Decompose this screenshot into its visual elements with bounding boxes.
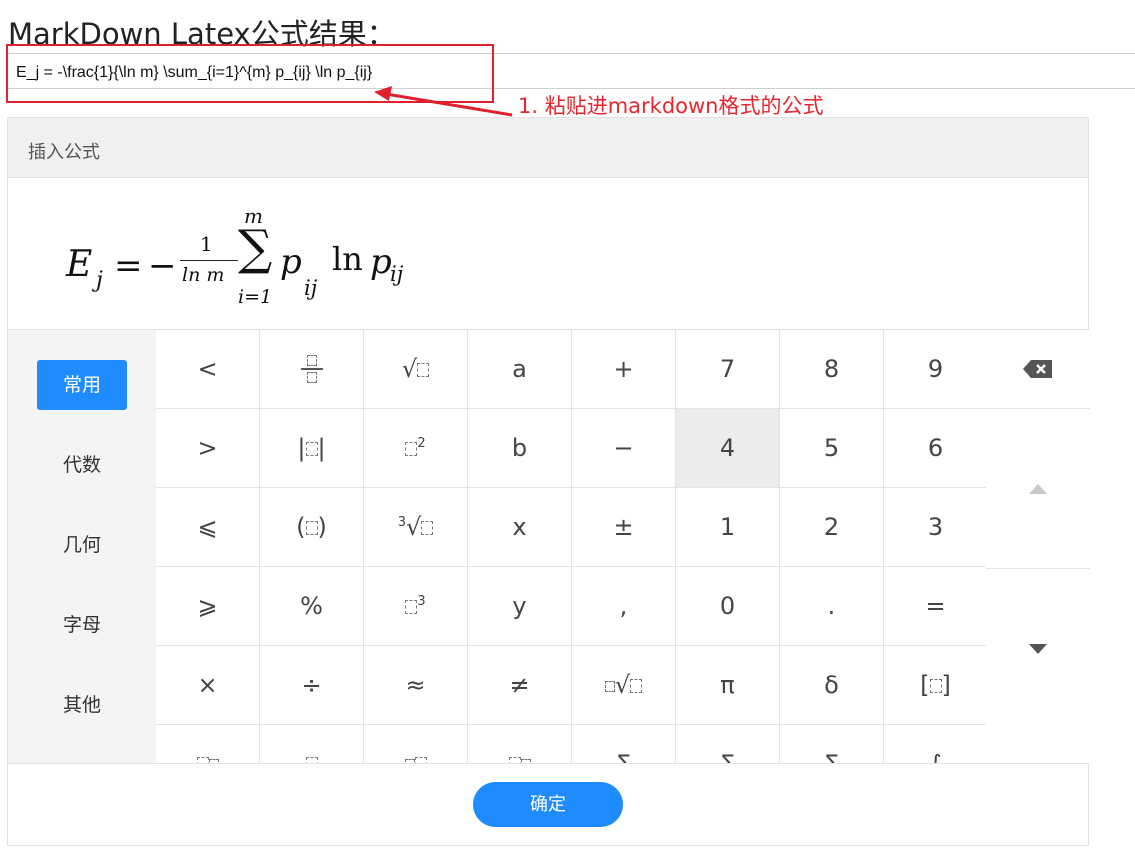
annotation-text: 1. 粘贴进markdown格式的公式 [518,94,824,118]
nth-root-icon: √ [604,671,643,699]
category-sidebar: 常用 代数 几何 字母 其他 [8,329,156,763]
key-integral[interactable]: ∫ [883,725,986,763]
key-approx[interactable]: ≈ [363,646,468,725]
key-2[interactable]: 2 [779,488,884,567]
key-delta[interactable]: δ [779,646,884,725]
key-template-c[interactable] [363,725,468,763]
key-divide[interactable]: ÷ [259,646,364,725]
key-b[interactable]: b [467,409,572,488]
key-cube[interactable]: 3 [363,567,468,646]
key-parentheses[interactable]: () [259,488,364,567]
formula-frac-denominator: ln m [182,264,225,286]
key-square[interactable]: 2 [363,409,468,488]
key-greater-than[interactable]: > [156,409,260,488]
triangle-up-icon [1029,483,1047,494]
key-nth-root[interactable]: √ [571,646,676,725]
key-x[interactable]: x [467,488,572,567]
key-minus[interactable]: − [571,409,676,488]
formula-frac-numerator: 1 [200,232,213,256]
key-template-a[interactable] [156,725,260,763]
key-5[interactable]: 5 [779,409,884,488]
key-sum-a[interactable]: Σ [571,725,676,763]
category-letters[interactable]: 字母 [37,600,127,650]
formula-equals: = [114,246,143,286]
formula-E: E [66,244,93,285]
formula-sub-j: j [96,268,103,293]
key-8[interactable]: 8 [779,330,884,409]
key-percent[interactable]: % [259,567,364,646]
key-0[interactable]: 0 [675,567,780,646]
formula-sub-ij1: ij [304,276,318,300]
scroll-up-button[interactable] [986,409,1090,569]
key-pi[interactable]: π [675,646,780,725]
key-equals[interactable]: = [883,567,986,646]
category-other[interactable]: 其他 [37,680,127,730]
symbol-keypad: < √ a + 7 8 9 > | | 2 b − 4 5 6 ⩽ () 3√… [156,329,986,763]
page-title: MarkDown Latex公式结果： [8,17,396,51]
key-square-root[interactable]: √ [363,330,468,409]
key-times[interactable]: × [156,646,260,725]
backspace-button[interactable] [986,330,1090,409]
key-sum-c[interactable]: Σ [779,725,884,763]
key-template-d[interactable] [467,725,572,763]
parentheses-icon: () [296,513,327,541]
dialog-title: 插入公式 [28,142,100,163]
confirm-button[interactable]: 确定 [473,782,623,827]
key-fraction[interactable] [259,330,364,409]
scroll-down-button[interactable] [986,569,1090,729]
key-6[interactable]: 6 [883,409,986,488]
key-template-b[interactable] [259,725,364,763]
key-7[interactable]: 7 [675,330,780,409]
absolute-value-icon: | | [297,434,326,462]
backspace-icon [1023,360,1052,378]
brackets-icon: [] [920,671,951,699]
insert-formula-dialog: 插入公式 E j = − 1 ln m m ∑ i=1 p ij ln p ij… [7,117,1090,846]
dialog-footer: 确定 [8,763,1088,845]
key-1[interactable]: 1 [675,488,780,567]
keypad-controls [986,329,1090,763]
key-4[interactable]: 4 [675,409,780,488]
key-plus-minus[interactable]: ± [571,488,676,567]
fraction-icon [300,355,323,383]
key-not-equal[interactable]: ≠ [467,646,572,725]
formula-sum-lower: i=1 [238,286,273,308]
square-icon: 2 [405,434,426,462]
key-9[interactable]: 9 [883,330,986,409]
key-greater-equal[interactable]: ⩾ [156,567,260,646]
key-comma[interactable]: , [571,567,676,646]
formula-sub-ij2: ij [390,262,404,286]
category-algebra[interactable]: 代数 [37,440,127,490]
formula-p2: p [370,242,392,282]
triangle-down-icon [1029,644,1047,654]
key-brackets[interactable]: [] [883,646,986,725]
key-plus[interactable]: + [571,330,676,409]
formula-ln: ln [332,240,363,278]
latex-input[interactable] [7,53,1135,89]
formula-frac-bar [180,260,238,261]
key-cube-root[interactable]: 3√ [363,488,468,567]
square-root-icon: √ [402,355,430,383]
key-less-equal[interactable]: ⩽ [156,488,260,567]
key-dot[interactable]: . [779,567,884,646]
key-sum-b[interactable]: Σ [675,725,780,763]
formula-sum-symbol: ∑ [238,220,273,276]
formula-preview: E j = − 1 ln m m ∑ i=1 p ij ln p ij [8,178,1088,329]
key-y[interactable]: y [467,567,572,646]
category-geometry[interactable]: 几何 [37,520,127,570]
key-a[interactable]: a [467,330,572,409]
key-less-than[interactable]: < [156,330,260,409]
cube-icon: 3 [405,592,426,620]
formula-p1: p [280,242,302,282]
category-common[interactable]: 常用 [37,360,127,410]
key-absolute-value[interactable]: | | [259,409,364,488]
formula-minus: − [148,246,177,286]
dialog-header: 插入公式 [8,118,1088,178]
key-3[interactable]: 3 [883,488,986,567]
cube-root-icon: 3√ [398,513,434,541]
